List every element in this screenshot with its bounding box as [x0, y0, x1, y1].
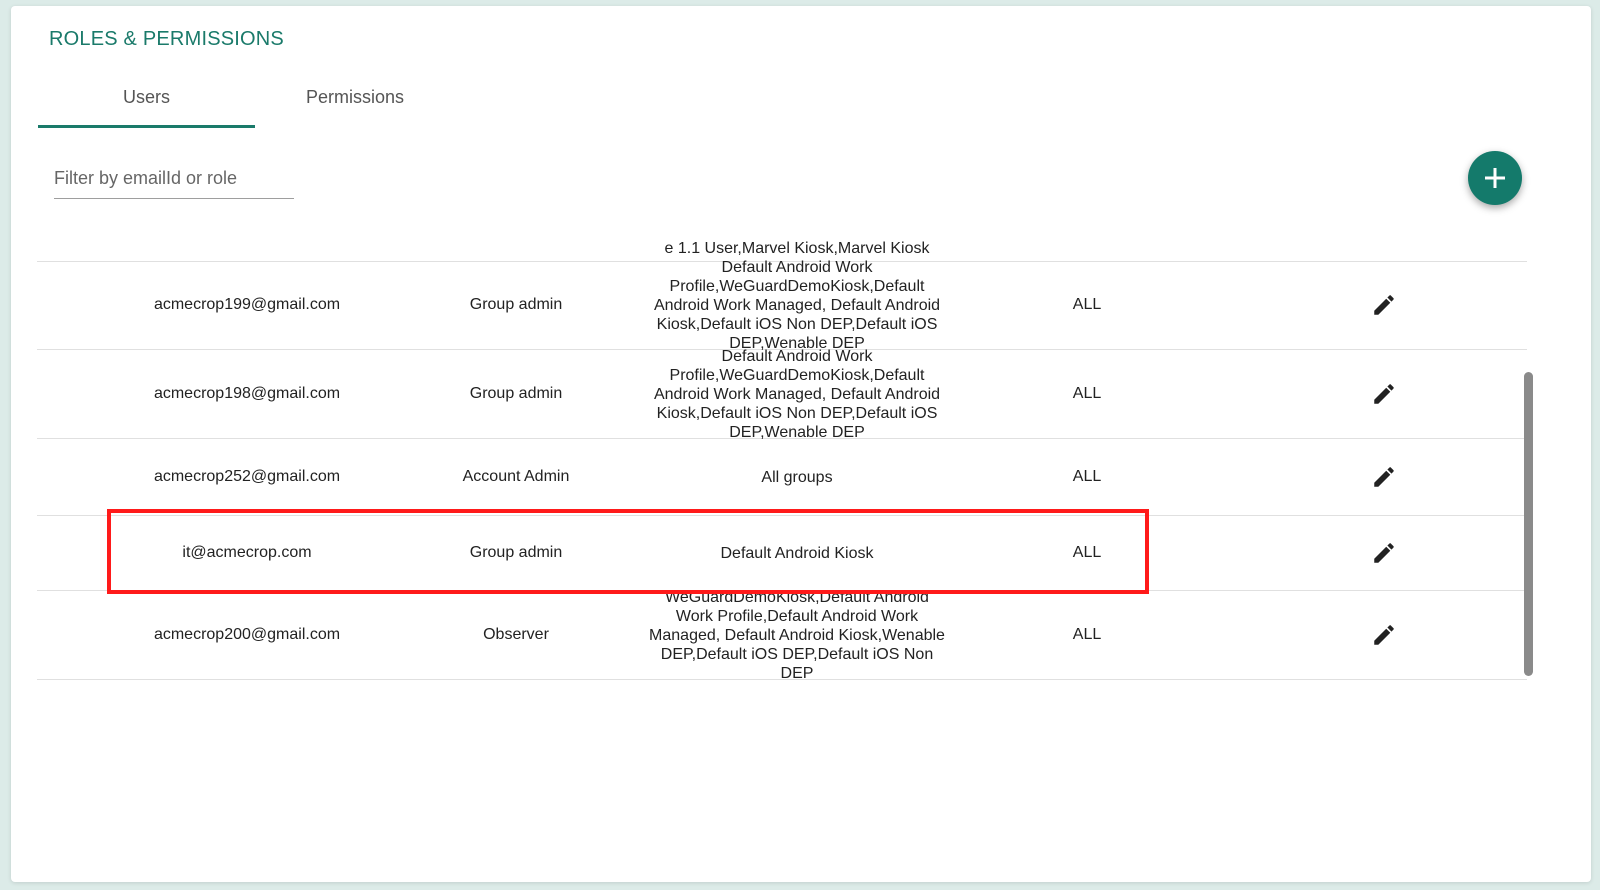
- pencil-icon: [1374, 625, 1394, 645]
- groups-cell: Default Android Kiosk: [720, 544, 874, 562]
- role-cell: Observer: [483, 626, 549, 643]
- plus-icon: [1485, 168, 1505, 188]
- page-title: ROLES & PERMISSIONS: [49, 28, 284, 50]
- email-cell: acmecrop199@gmail.com: [153, 296, 341, 313]
- pencil-icon: [1374, 467, 1394, 487]
- table-row: acmecrop199@gmail.com Group admin Defaul…: [37, 258, 1527, 352]
- access-cell: ALL: [1072, 544, 1102, 561]
- email-cell: acmecrop252@gmail.com: [153, 468, 341, 485]
- pencil-icon: [1374, 384, 1394, 404]
- groups-cell: WeGuardDemoKiosk,Default Android Work Pr…: [649, 588, 945, 682]
- tab-permissions[interactable]: Permissions: [255, 74, 455, 128]
- access-cell: ALL: [1072, 468, 1102, 485]
- table-row: acmecrop200@gmail.com Observer WeGuardDe…: [37, 588, 1527, 682]
- role-cell: Group admin: [469, 544, 563, 561]
- edit-button[interactable]: [1362, 261, 1406, 349]
- table-scrollbar-thumb[interactable]: [1524, 372, 1533, 676]
- groups-cell: e 1.1 User,Marvel Kiosk,Marvel Kiosk: [664, 240, 930, 257]
- table-row: it@acmecrop.com Group admin Default Andr…: [37, 516, 1527, 591]
- edit-button[interactable]: [1362, 591, 1406, 679]
- tab-users[interactable]: Users: [38, 74, 255, 128]
- access-cell: [1037, 231, 1137, 261]
- access-cell: ALL: [1072, 296, 1102, 313]
- add-user-button[interactable]: [1468, 151, 1522, 205]
- access-cell: ALL: [1072, 626, 1102, 643]
- email-cell: acmecrop198@gmail.com: [153, 385, 341, 402]
- groups-cell: All groups: [761, 468, 833, 486]
- email-cell: acmecrop200@gmail.com: [153, 626, 341, 643]
- table-row: acmecrop252@gmail.com Account Admin All …: [37, 439, 1527, 516]
- role-cell: Group admin: [469, 296, 563, 313]
- filter-input[interactable]: [54, 158, 294, 199]
- tab-bar: Users Permissions: [38, 74, 458, 130]
- users-table: e 1.1 User,Marvel Kiosk,Marvel Kiosk acm…: [37, 231, 1527, 681]
- groups-cell: Default Android Work Profile,WeGuardDemo…: [653, 347, 941, 441]
- role-cell: Account Admin: [462, 468, 570, 485]
- groups-cell: Default Android Work Profile,WeGuardDemo…: [653, 258, 941, 352]
- email-cell: [122, 231, 372, 261]
- roles-permissions-card: ROLES & PERMISSIONS Users Permissions e …: [11, 6, 1591, 882]
- edit-button[interactable]: [1362, 516, 1406, 590]
- edit-button[interactable]: [1362, 350, 1406, 438]
- pencil-icon: [1374, 543, 1394, 563]
- role-cell: [422, 231, 610, 261]
- email-cell: it@acmecrop.com: [182, 544, 312, 561]
- pencil-icon: [1374, 295, 1394, 315]
- role-cell: Group admin: [469, 385, 563, 402]
- table-row: acmecrop198@gmail.com Group admin Defaul…: [37, 347, 1527, 441]
- access-cell: ALL: [1072, 385, 1102, 402]
- edit-button[interactable]: [1362, 439, 1406, 515]
